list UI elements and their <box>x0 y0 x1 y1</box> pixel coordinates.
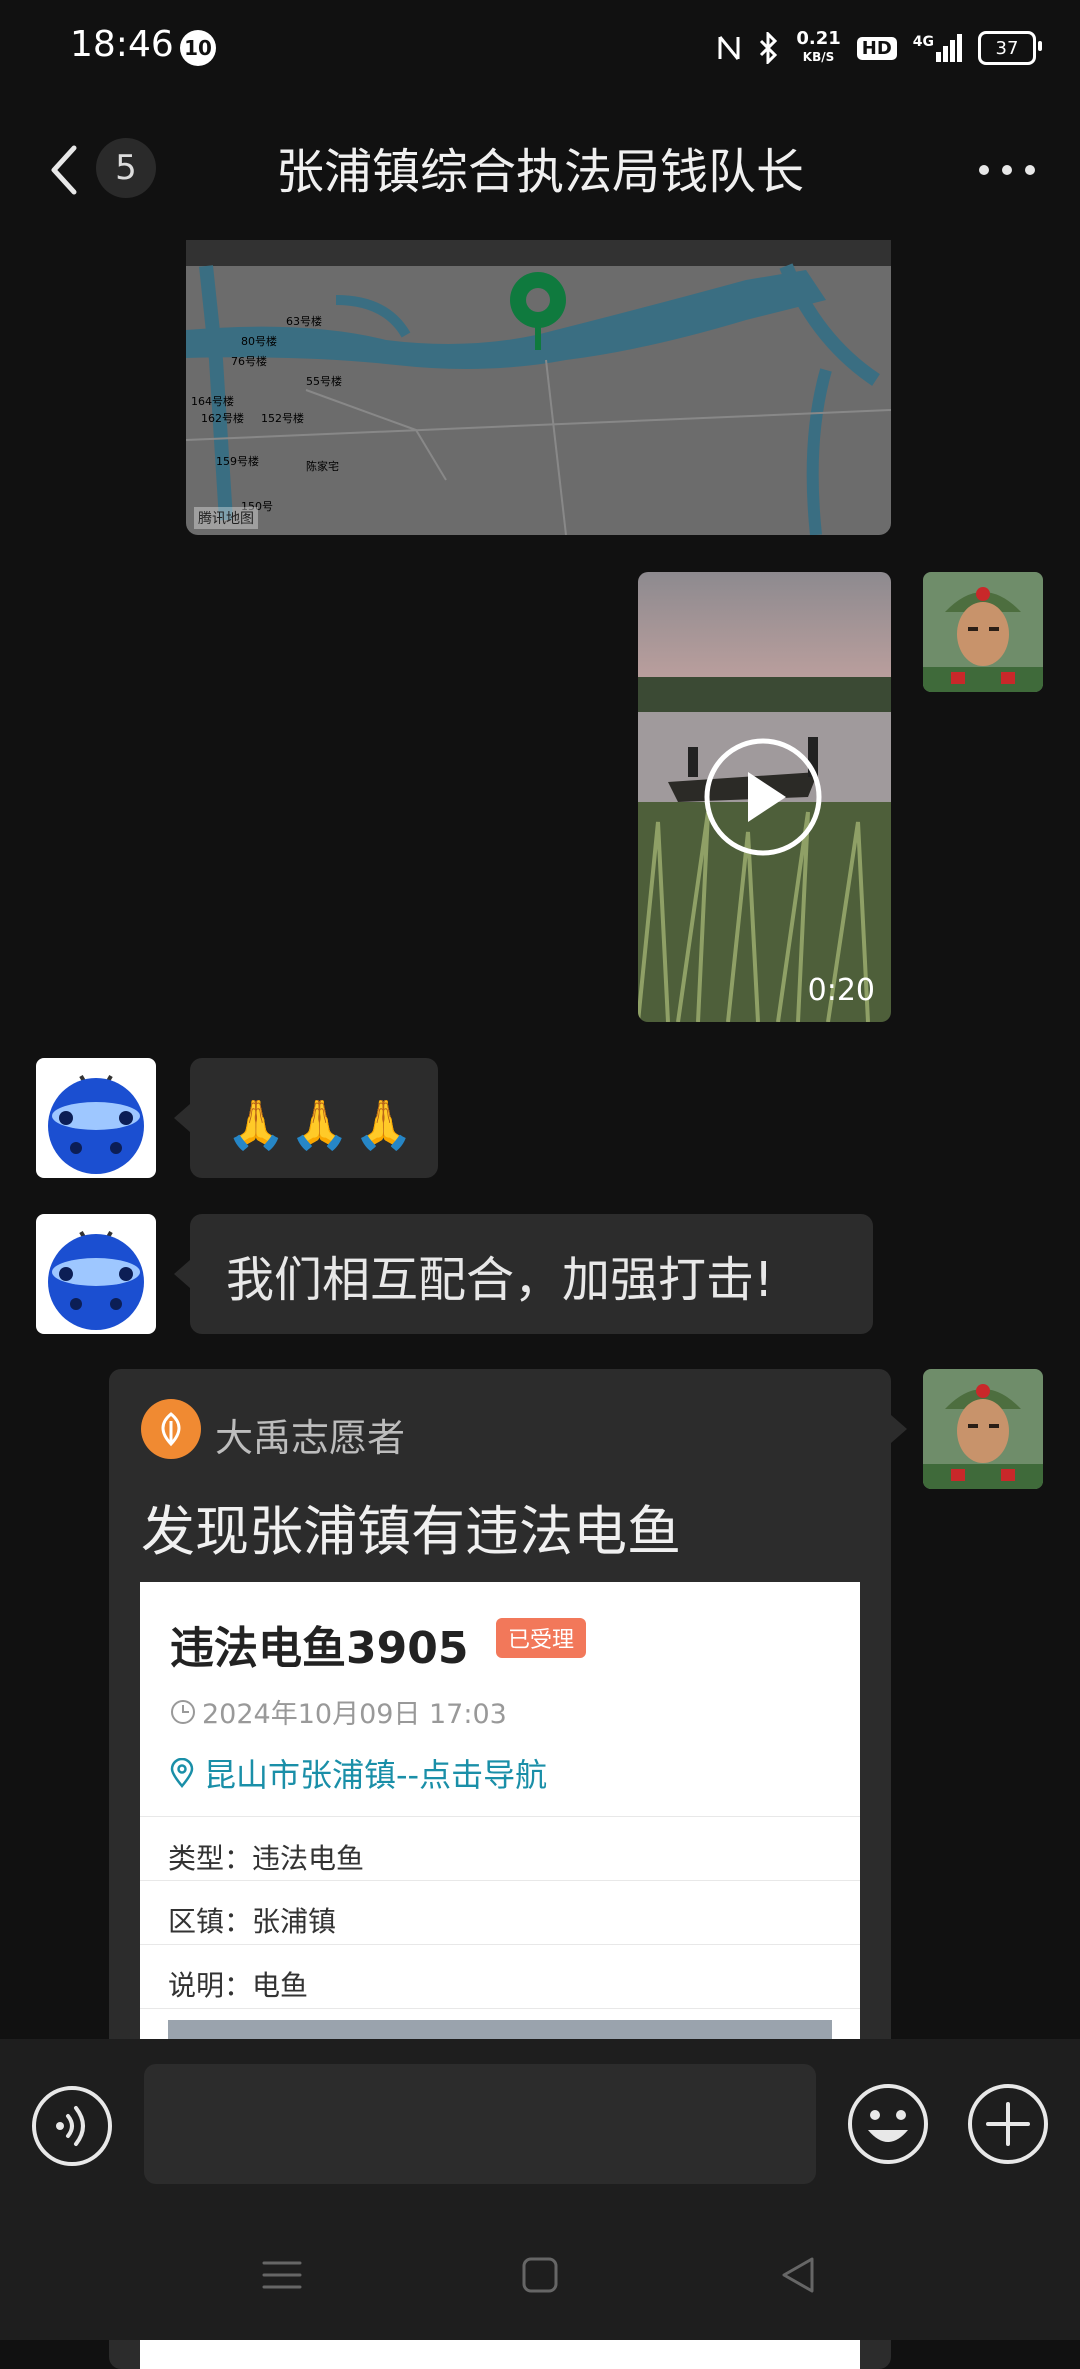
video-thumbnail <box>638 572 891 1022</box>
report-location-link[interactable]: 昆山市张浦镇--点击导航 <box>170 1750 547 1796</box>
bluetooth-icon <box>760 32 778 64</box>
notification-count-badge: 10 <box>180 30 216 66</box>
map-label: 80号楼 <box>241 334 277 348</box>
voice-icon[interactable] <box>30 2084 114 2168</box>
chat-title: 张浦镇综合执法局钱队长 <box>275 144 804 200</box>
row-label: 类型： <box>168 1842 253 1875</box>
source-logo-icon <box>141 1399 201 1459</box>
divider <box>140 2008 860 2009</box>
chevron-left-icon[interactable] <box>40 140 90 200</box>
row-label: 区镇： <box>168 1905 253 1938</box>
location-map-message[interactable]: 63号楼 80号楼 76号楼 55号楼 164号楼 162号楼 152号楼 15… <box>186 240 891 535</box>
divider <box>140 1816 860 1817</box>
map-label: 162号楼 <box>201 411 244 425</box>
hd-badge: HD <box>856 36 897 60</box>
map-label: 152号楼 <box>261 411 304 425</box>
plus-icon[interactable] <box>966 2082 1050 2166</box>
map-label: 159号楼 <box>216 454 259 468</box>
soldier-avatar-image <box>923 1369 1043 1489</box>
video-duration: 0:20 <box>807 973 875 1008</box>
map-credit: 腾讯地图 <box>194 507 258 529</box>
video-message[interactable]: 0:20 <box>638 572 891 1022</box>
report-title: 违法电鱼3905 <box>170 1623 469 1674</box>
message-text: 我们相互配合，加强打击! <box>226 1252 774 1308</box>
battery-level: 37 <box>995 37 1019 59</box>
map-label: 55号楼 <box>306 374 342 388</box>
map-label: 164号楼 <box>191 394 234 408</box>
report-row: 类型：违法电鱼 <box>168 1837 364 1877</box>
row-value: 电鱼 <box>252 1969 309 2002</box>
net-speed: 0.21 KB/S <box>796 30 840 66</box>
row-label: 说明： <box>168 1969 253 2002</box>
avatar[interactable] <box>923 572 1043 692</box>
status-icons: 0.21 KB/S HD 4G 37 <box>716 26 1042 70</box>
location-pin-icon <box>170 1758 194 1788</box>
signal-icon: 4G <box>913 34 962 62</box>
report-time-text: 2024年10月09日 17:03 <box>202 1699 507 1730</box>
report-row: 说明：电鱼 <box>168 1964 308 2004</box>
bubble-tail <box>174 1104 190 1132</box>
bug-avatar-image <box>48 1230 144 1330</box>
avatar[interactable] <box>923 1369 1043 1489</box>
report-time: 2024年10月09日 17:03 <box>170 1692 507 1731</box>
divider <box>140 1880 860 1881</box>
home-icon[interactable] <box>520 2255 560 2295</box>
emoji-icon[interactable] <box>846 2082 930 2166</box>
unread-count-badge[interactable]: 5 <box>96 138 156 198</box>
map-label: 63号楼 <box>286 314 322 328</box>
avatar[interactable] <box>36 1214 156 1334</box>
more-dots-icon[interactable] <box>972 150 1042 190</box>
avatar[interactable] <box>36 1058 156 1178</box>
map-canvas: 63号楼 80号楼 76号楼 55号楼 164号楼 162号楼 152号楼 15… <box>186 263 891 535</box>
menu-icon[interactable] <box>262 2255 302 2295</box>
card-title: 发现张浦镇有违法电鱼 <box>141 1500 681 1563</box>
row-value: 张浦镇 <box>252 1905 337 1938</box>
status-badge: 已受理 <box>496 1618 587 1658</box>
soldier-avatar-image <box>923 572 1043 692</box>
battery-icon: 37 <box>978 31 1042 65</box>
back-triangle-icon[interactable] <box>778 2255 818 2295</box>
network-type: 4G <box>912 34 934 50</box>
report-row: 区镇：张浦镇 <box>168 1900 336 1940</box>
net-speed-unit: KB/S <box>802 50 835 64</box>
source-name: 大禹志愿者 <box>215 1416 406 1460</box>
map-label: 76号楼 <box>231 354 267 368</box>
message-text: 🙏🙏🙏 <box>226 1097 418 1153</box>
report-location-text: 昆山市张浦镇--点击导航 <box>204 1756 548 1794</box>
bug-avatar-image <box>48 1074 144 1174</box>
nfc-icon <box>718 36 740 60</box>
row-value: 违法电鱼 <box>252 1842 365 1875</box>
status-time: 18:46 <box>70 24 174 65</box>
clock-icon <box>171 1699 195 1724</box>
net-speed-value: 0.21 <box>796 28 841 49</box>
divider <box>140 1944 860 1945</box>
message-input[interactable] <box>144 2064 816 2184</box>
bubble-tail <box>891 1415 907 1443</box>
bubble-tail <box>174 1260 190 1288</box>
map-label: 陈家宅 <box>306 459 339 473</box>
